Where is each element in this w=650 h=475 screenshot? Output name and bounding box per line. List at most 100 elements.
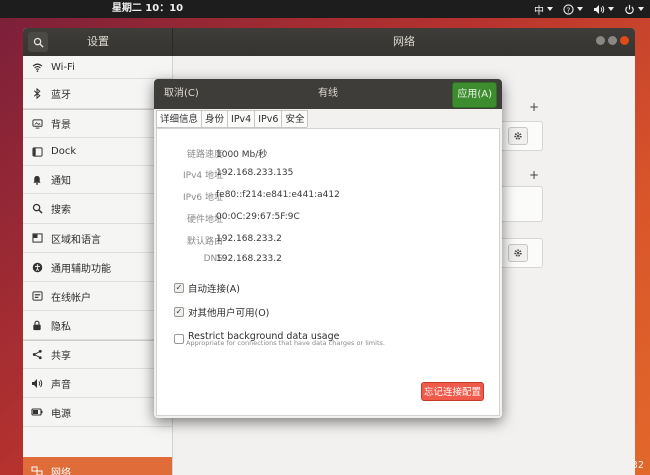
- sound-icon: [25, 378, 49, 389]
- network-icon: [25, 466, 49, 475]
- add-connection-icon[interactable]: +: [529, 100, 539, 114]
- sidebar: Wi-Fi 蓝牙 背景 Dock 通知 搜索 区域和语言 通用辅助功能 在线帐户…: [23, 56, 173, 475]
- sidebar-item-label: 共享: [51, 351, 71, 362]
- cancel-button[interactable]: 取消(C): [164, 79, 199, 109]
- gear-icon: [514, 132, 522, 140]
- info-value: 192.168.233.2: [216, 234, 282, 244]
- maximize-button[interactable]: [608, 36, 617, 45]
- volume-menu[interactable]: [593, 4, 614, 15]
- header-bar: 设置 网络: [23, 28, 635, 56]
- available-all-users-label: 对其他用户可用(O): [188, 308, 270, 319]
- wired-connection-dialog: 有线 取消(C) 应用(A) 详细信息 身份 IPv4 IPv6 安全 链路速度…: [154, 79, 502, 418]
- chevron-down-icon: [547, 7, 553, 11]
- accessibility-menu[interactable]: ?: [563, 3, 583, 15]
- sidebar-item-label: 蓝牙: [51, 90, 71, 101]
- sidebar-item-label: Wi-Fi: [51, 61, 75, 73]
- system-tray: 中 ?: [534, 0, 644, 18]
- sidebar-item-label: 搜索: [51, 205, 71, 216]
- sidebar-item-label: 隐私: [51, 321, 71, 333]
- privacy-icon: [25, 320, 49, 331]
- search-button[interactable]: [28, 32, 48, 52]
- minimize-button[interactable]: [596, 36, 605, 45]
- tab-identity[interactable]: 身份: [201, 110, 229, 127]
- sidebar-item-label: Dock: [51, 146, 77, 157]
- bell-icon: [25, 174, 49, 185]
- details-panel: 链路速度 1000 Mb/秒 IPv4 地址 192.168.233.135 I…: [156, 128, 500, 416]
- wired-settings-button[interactable]: [508, 127, 528, 145]
- power-menu[interactable]: [624, 4, 644, 15]
- restrict-background-note: Appropriate for connections that have da…: [186, 339, 385, 347]
- apply-button[interactable]: 应用(A): [452, 82, 497, 108]
- clock[interactable]: 星期二 10：10: [0, 0, 295, 18]
- chevron-down-icon: [577, 7, 583, 11]
- sidebar-item-label: 区域和语言: [51, 234, 101, 246]
- sidebar-item-label: 通知: [51, 176, 71, 187]
- volume-icon: [594, 4, 605, 14]
- sidebar-item-network[interactable]: 网络: [23, 457, 172, 475]
- help-icon: ?: [563, 3, 574, 15]
- proxy-settings-button[interactable]: [508, 244, 528, 262]
- sidebar-item-sound[interactable]: 声音: [23, 369, 172, 398]
- sidebar-item-accessibility[interactable]: 通用辅助功能: [23, 253, 172, 282]
- sidebar-item-background[interactable]: 背景: [23, 109, 172, 138]
- sidebar-item-power[interactable]: 电源: [23, 398, 172, 427]
- online-accounts-icon: [25, 291, 49, 301]
- wifi-icon: [25, 63, 49, 72]
- sidebar-item-bluetooth[interactable]: 蓝牙: [23, 79, 172, 109]
- watermark: https://blog.csdn.net/sqhren626232: [470, 460, 644, 471]
- available-all-users-checkbox[interactable]: ✓ 对其他用户可用(O): [174, 305, 269, 319]
- checkmark-icon: ✓: [174, 283, 184, 293]
- chevron-down-icon: [638, 7, 644, 11]
- info-value: 1000 Mb/秒: [216, 150, 268, 160]
- dialog-title: 有线: [318, 88, 338, 99]
- info-value: 192.168.233.135: [216, 168, 294, 178]
- sidebar-item-label: 声音: [51, 379, 71, 391]
- input-method-label: 中: [534, 5, 544, 17]
- auto-connect-label: 自动连接(A): [188, 284, 240, 295]
- top-bar: 星期二 10：10 中 ?: [0, 0, 650, 18]
- dock-icon: [25, 146, 49, 157]
- info-value: fe80::f214:e841:e441:a412: [216, 190, 340, 200]
- search-icon: [33, 37, 44, 48]
- info-value: 00:0C:29:67:5F:9C: [216, 212, 300, 222]
- add-vpn-icon[interactable]: +: [529, 168, 539, 182]
- gear-icon: [514, 249, 522, 257]
- info-value: 192.168.233.2: [216, 254, 282, 264]
- sidebar-item-sharing[interactable]: 共享: [23, 340, 172, 369]
- tab-details[interactable]: 详细信息: [156, 110, 203, 127]
- sidebar-item-label: 在线帐户: [51, 292, 91, 304]
- close-button[interactable]: [620, 36, 629, 45]
- sidebar-item-label: 通用辅助功能: [51, 263, 111, 275]
- checkmark-icon: ✓: [174, 307, 184, 317]
- forget-connection-button[interactable]: 忘记连接配置: [420, 382, 484, 401]
- chevron-down-icon: [608, 7, 614, 11]
- sidebar-item-label: 电源: [51, 408, 71, 420]
- background-icon: [25, 118, 49, 129]
- sidebar-item-online-accounts[interactable]: 在线帐户: [23, 282, 172, 311]
- sidebar-item-wifi[interactable]: Wi-Fi: [23, 56, 172, 79]
- window-title: 网络: [393, 35, 415, 48]
- tab-ipv4[interactable]: IPv4: [227, 110, 256, 127]
- checkbox-box: [174, 334, 184, 344]
- region-icon: [25, 233, 49, 243]
- sidebar-item-privacy[interactable]: 隐私: [23, 311, 172, 340]
- tab-security[interactable]: 安全: [281, 110, 309, 127]
- search-icon: [25, 203, 49, 214]
- window-controls: [596, 36, 629, 45]
- power-icon: [625, 4, 634, 14]
- bluetooth-icon: [25, 88, 49, 99]
- share-icon: [25, 349, 49, 360]
- power-icon: [25, 407, 49, 417]
- sidebar-item-region[interactable]: 区域和语言: [23, 224, 172, 253]
- sidebar-item-label: 背景: [51, 120, 71, 131]
- accessibility-icon: [25, 262, 49, 273]
- tab-ipv6[interactable]: IPv6: [254, 110, 283, 127]
- sidebar-item-notifications[interactable]: 通知: [23, 166, 172, 194]
- svg-text:?: ?: [567, 5, 571, 14]
- sidebar-item-dock[interactable]: Dock: [23, 138, 172, 166]
- auto-connect-checkbox[interactable]: ✓ 自动连接(A): [174, 281, 240, 295]
- sidebar-item-label: 网络: [51, 467, 71, 475]
- sidebar-title: 设置: [87, 35, 109, 48]
- input-method-menu[interactable]: 中: [534, 2, 553, 17]
- sidebar-item-search[interactable]: 搜索: [23, 194, 172, 224]
